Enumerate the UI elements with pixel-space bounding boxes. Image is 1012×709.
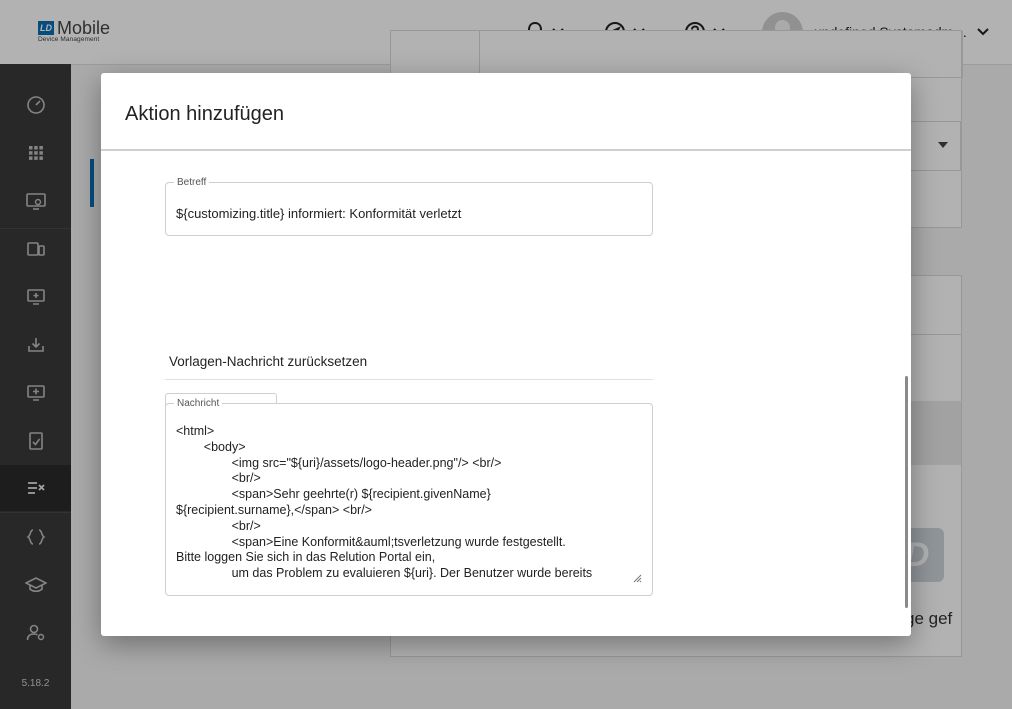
dialog-title: Aktion hinzufügen [125, 103, 285, 125]
message-textarea[interactable]: <html> <body> <img src="${uri}/assets/lo… [176, 424, 642, 582]
message-label: Nachricht [174, 398, 223, 410]
resize-handle-icon[interactable] [632, 573, 642, 583]
subject-label: Betreff [174, 177, 210, 189]
add-action-dialog: Aktion hinzufügen Betreff ${customizing.… [101, 73, 911, 636]
dialog-header: Aktion hinzufügen [101, 73, 911, 151]
subject-value[interactable]: ${customizing.title} informiert: Konform… [176, 206, 461, 221]
subject-field[interactable]: Betreff ${customizing.title} informiert:… [165, 177, 653, 236]
message-field: Nachricht <html> <body> <img src="${uri}… [165, 398, 653, 596]
dialog-body: Betreff ${customizing.title} informiert:… [101, 151, 911, 636]
section-divider [165, 379, 653, 380]
reset-template-label: Vorlagen-Nachricht zurücksetzen [169, 354, 368, 369]
dialog-scrollbar[interactable] [905, 376, 908, 608]
